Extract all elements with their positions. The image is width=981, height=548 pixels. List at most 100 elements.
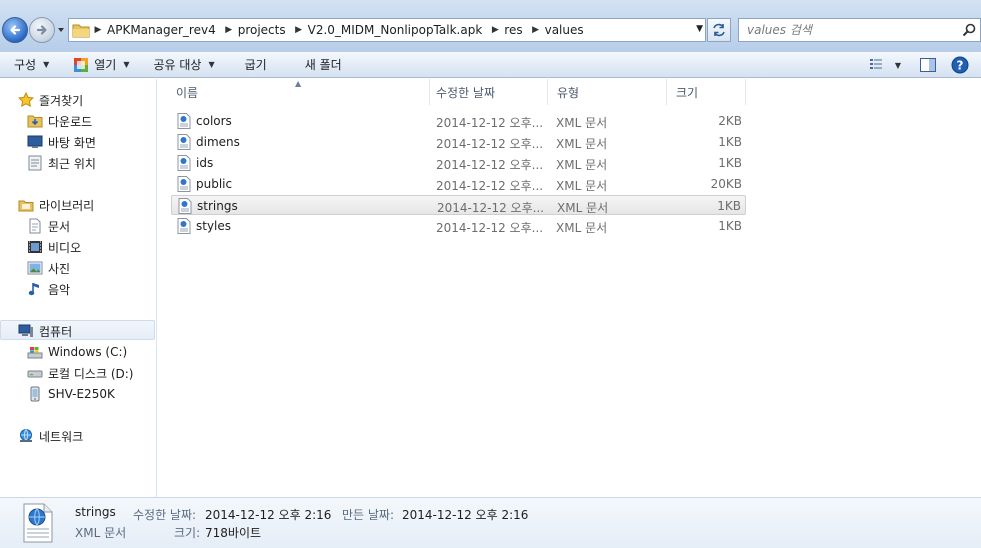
view-options-dropdown[interactable]: ▼ [891, 52, 905, 78]
nav-videos[interactable]: 비디오 [27, 237, 81, 257]
nav-recent-places[interactable]: 최근 위치 [27, 153, 96, 173]
svg-text:?: ? [957, 59, 964, 73]
share-with-menu-button[interactable]: 공유 대상 ▼ [140, 52, 225, 77]
refresh-button[interactable] [707, 18, 731, 42]
nav-downloads[interactable]: 다운로드 [27, 111, 92, 131]
xml-file-icon [177, 155, 191, 171]
column-header-name[interactable]: 이름 [168, 79, 430, 105]
xml-file-icon [178, 198, 192, 214]
file-size: 20KB [710, 177, 742, 191]
nav-label: 최근 위치 [48, 156, 96, 171]
file-row[interactable]: ids 2014-12-12 오후... XML 문서 1KB [171, 153, 746, 173]
file-type: XML 문서 [556, 137, 608, 151]
nav-label: Windows (C:) [48, 345, 128, 359]
nav-desktop[interactable]: 바탕 화면 [27, 132, 96, 152]
chevron-down-icon: ▼ [43, 60, 50, 69]
nav-label: 컴퓨터 [39, 324, 73, 339]
file-row[interactable]: public 2014-12-12 오후... XML 문서 20KB [171, 174, 746, 194]
xml-file-icon [177, 176, 191, 192]
file-row[interactable]: strings 2014-12-12 오후... XML 문서 1KB [171, 195, 746, 215]
videos-icon [28, 241, 42, 253]
folder-icon [72, 24, 90, 38]
chevron-down-icon: ▼ [123, 60, 130, 69]
nav-device[interactable]: SHV-E250K [27, 384, 115, 404]
nav-favorites[interactable]: 즐겨찾기 [18, 90, 83, 110]
breadcrumb-chevron-icon[interactable]: ▶ [488, 25, 502, 35]
nav-computer[interactable]: 컴퓨터 [18, 321, 72, 341]
address-dropdown-icon[interactable]: ▼ [696, 24, 703, 34]
breadcrumb-item[interactable]: projects [236, 23, 292, 37]
network-icon [20, 429, 32, 442]
file-row[interactable]: colors 2014-12-12 오후... XML 문서 2KB [171, 111, 746, 131]
search-input[interactable] [739, 20, 954, 40]
details-view-icon [870, 59, 882, 69]
nav-pictures[interactable]: 사진 [27, 258, 70, 278]
column-header-size[interactable]: 크기 [668, 79, 746, 105]
breadcrumb-item[interactable]: values [543, 23, 590, 37]
address-bar[interactable]: ▶ APKManager_rev4 ▶ projects ▶ V2.0_MIDM… [68, 18, 706, 42]
detail-size-value: 718바이트 [205, 526, 262, 540]
nav-label: 다운로드 [48, 114, 93, 129]
file-name: ids [196, 156, 214, 170]
breadcrumb-chevron-icon[interactable]: ▶ [91, 25, 105, 35]
libraries-icon [18, 200, 34, 212]
navigation-pane: 즐겨찾기 다운로드 바탕 화면 최근 위치 라이브러리 문서 비디오 사진 음악… [0, 79, 157, 497]
search-box[interactable] [738, 18, 981, 42]
open-menu-button[interactable]: 열기 ▼ [59, 52, 139, 77]
breadcrumb-chevron-icon[interactable]: ▶ [292, 25, 306, 35]
organize-menu-button[interactable]: 구성 ▼ [0, 52, 59, 77]
file-name: public [196, 177, 233, 191]
nav-network[interactable]: 네트워크 [18, 426, 83, 446]
new-folder-button[interactable]: 새 폴더 [277, 52, 352, 77]
change-view-button[interactable] [865, 52, 891, 78]
help-button[interactable]: ? [947, 52, 973, 78]
file-size: 2KB [718, 114, 742, 128]
xml-file-icon [23, 503, 53, 543]
file-name: colors [196, 114, 232, 128]
recent-places-icon [28, 155, 42, 171]
detail-created-label: 만든 날짜: [342, 508, 395, 522]
nav-label: 음악 [48, 282, 71, 297]
desktop-icon [27, 135, 43, 148]
column-header-label: 크기 [676, 85, 699, 100]
music-note-icon [28, 283, 39, 296]
back-button[interactable] [2, 17, 28, 43]
column-header-type[interactable]: 유형 [549, 79, 667, 105]
column-header-label: 이름 [176, 85, 199, 100]
nav-music[interactable]: 음악 [27, 279, 70, 299]
preview-pane-button[interactable] [915, 52, 941, 78]
nav-label: 라이브러리 [39, 198, 95, 213]
burn-label: 굽기 [244, 58, 267, 72]
details-pane: strings XML 문서 수정한 날짜: 2014-12-12 오후 2:1… [0, 497, 981, 548]
file-date: 2014-12-12 오후... [437, 201, 545, 215]
burn-button[interactable]: 굽기 [225, 52, 277, 77]
star-icon [18, 92, 34, 108]
file-date: 2014-12-12 오후... [436, 221, 544, 235]
breadcrumb-item[interactable]: V2.0_MIDM_NonlipopTalk.apk [306, 23, 489, 37]
breadcrumb-item[interactable]: res [502, 23, 528, 37]
forward-button[interactable] [29, 17, 55, 43]
breadcrumb-item[interactable]: APKManager_rev4 [105, 23, 222, 37]
nav-drive-c[interactable]: Windows (C:) [27, 342, 127, 362]
file-name: dimens [196, 135, 240, 149]
open-app-icon [74, 57, 89, 72]
xml-file-icon [177, 113, 191, 129]
nav-libraries[interactable]: 라이브러리 [18, 195, 94, 215]
chevron-down-icon: ▼ [894, 60, 902, 70]
file-row[interactable]: styles 2014-12-12 오후... XML 문서 1KB [171, 216, 746, 236]
documents-icon [29, 218, 41, 234]
recent-pages-dropdown-icon[interactable] [57, 26, 65, 34]
address-toolbar: ▶ APKManager_rev4 ▶ projects ▶ V2.0_MIDM… [0, 0, 981, 52]
nav-documents[interactable]: 문서 [27, 216, 70, 236]
nav-drive-d[interactable]: 로컬 디스크 (D:) [27, 363, 133, 383]
file-type: XML 문서 [556, 221, 608, 235]
breadcrumb-chevron-icon[interactable]: ▶ [222, 25, 236, 35]
nav-label: SHV-E250K [48, 387, 115, 401]
file-row[interactable]: dimens 2014-12-12 오후... XML 문서 1KB [171, 132, 746, 152]
detail-size-label: 크기: [174, 526, 201, 540]
search-icon[interactable] [962, 23, 976, 37]
file-size: 1KB [718, 135, 742, 149]
column-header-date[interactable]: 수정한 날짜 [428, 79, 548, 105]
breadcrumb-chevron-icon[interactable]: ▶ [529, 25, 543, 35]
refresh-icon [713, 23, 725, 37]
